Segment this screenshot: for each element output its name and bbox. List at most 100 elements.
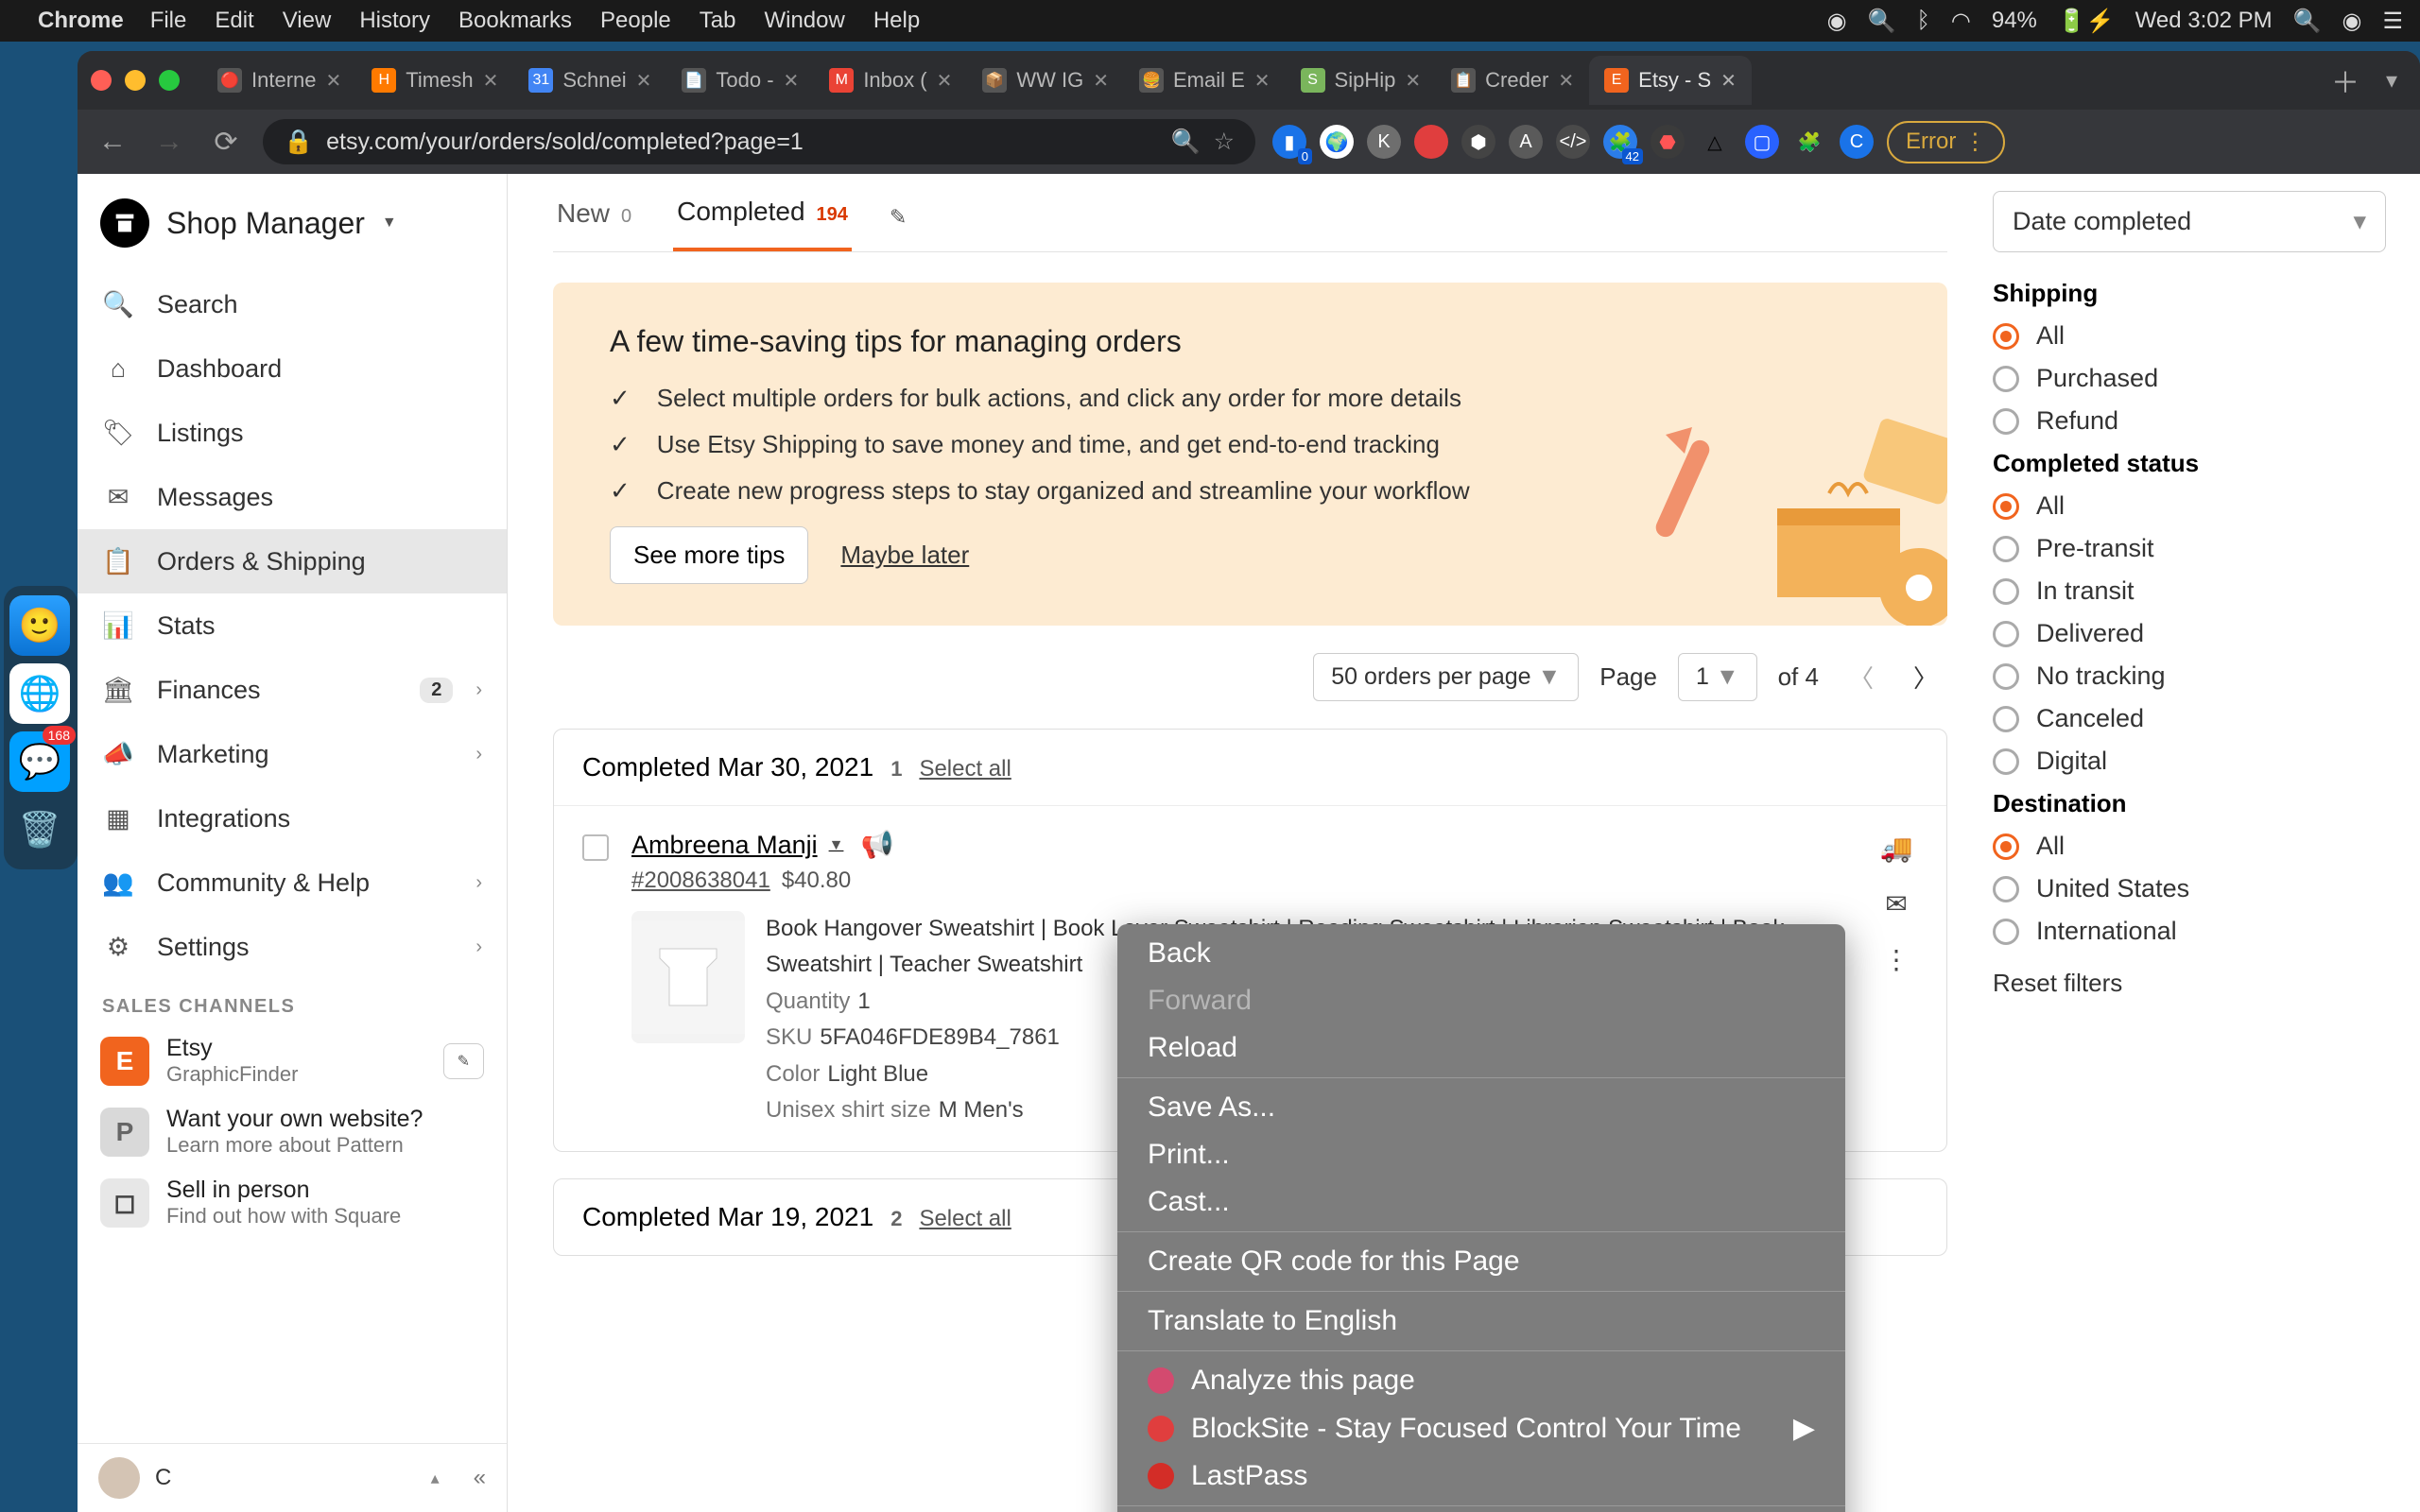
tab-overflow-button[interactable]: ▾ xyxy=(2377,67,2407,94)
sidebar-header[interactable]: Shop Manager ▼ xyxy=(78,174,507,272)
truck-icon[interactable]: 🚚 xyxy=(1880,833,1913,864)
tab-close-icon[interactable]: ✕ xyxy=(1093,69,1109,93)
extension-8[interactable]: 🧩42 xyxy=(1603,125,1637,159)
extension-7[interactable]: </> xyxy=(1556,125,1590,159)
channel-etsy[interactable]: E EtsyGraphicFinder ✎ xyxy=(78,1025,507,1096)
window-controls[interactable] xyxy=(91,70,180,91)
edit-channel-button[interactable]: ✎ xyxy=(443,1043,484,1079)
menu-bookmarks[interactable]: Bookmarks xyxy=(458,8,572,34)
select-all-link[interactable]: Select all xyxy=(919,1206,1011,1232)
radio-all[interactable]: All xyxy=(1993,832,2386,861)
ctx-reload[interactable]: Reload xyxy=(1117,1024,1845,1072)
tab-close-icon[interactable]: ✕ xyxy=(1254,69,1270,93)
ctx-print-[interactable]: Print... xyxy=(1117,1131,1845,1178)
menu-help[interactable]: Help xyxy=(873,8,920,34)
ctx-save-as-[interactable]: Save As... xyxy=(1117,1084,1845,1131)
menu-people[interactable]: People xyxy=(600,8,671,34)
per-page-select[interactable]: 50 orders per page ▼ xyxy=(1313,653,1579,701)
radio-in-transit[interactable]: In transit xyxy=(1993,576,2386,606)
tab-completed[interactable]: Completed194 xyxy=(673,183,852,251)
address-bar[interactable]: 🔒 etsy.com/your/orders/sold/completed?pa… xyxy=(263,119,1255,164)
sort-select[interactable]: Date completed▾ xyxy=(1993,191,2386,252)
browser-tab[interactable]: MInbox (✕ xyxy=(814,56,967,105)
radio-all[interactable]: All xyxy=(1993,321,2386,351)
tab-close-icon[interactable]: ✕ xyxy=(326,69,342,93)
ctx-back[interactable]: Back xyxy=(1117,930,1845,977)
collapse-sidebar-icon[interactable]: « xyxy=(474,1465,486,1491)
order-id-link[interactable]: #2008638041 xyxy=(631,868,770,893)
sidebar-item-finances[interactable]: 🏛Finances2› xyxy=(78,658,507,722)
tab-close-icon[interactable]: ✕ xyxy=(1720,69,1737,93)
tab-close-icon[interactable]: ✕ xyxy=(1558,69,1574,93)
radio-delivered[interactable]: Delivered xyxy=(1993,619,2386,648)
new-tab-button[interactable]: ＋ xyxy=(2314,60,2377,101)
sidebar-item-stats[interactable]: 📊Stats xyxy=(78,593,507,658)
sidebar-item-search[interactable]: 🔍Search xyxy=(78,272,507,336)
spotlight-icon[interactable]: 🔍 xyxy=(1868,8,1896,35)
edit-tabs-icon[interactable]: ✎ xyxy=(890,205,907,230)
page-next-button[interactable]: 〉 xyxy=(1904,652,1947,702)
radio-united-states[interactable]: United States xyxy=(1993,874,2386,903)
sidebar-item-community-help[interactable]: 👥Community & Help› xyxy=(78,850,507,915)
extension-9[interactable]: ⬣ xyxy=(1651,125,1685,159)
extension-3[interactable]: K xyxy=(1367,125,1401,159)
radio-pre-transit[interactable]: Pre-transit xyxy=(1993,534,2386,563)
search-icon[interactable]: 🔍 xyxy=(2293,8,2322,35)
search-in-page-icon[interactable]: 🔍 xyxy=(1170,129,1200,156)
page-select[interactable]: 1 ▼ xyxy=(1678,653,1757,701)
tab-close-icon[interactable]: ✕ xyxy=(784,69,800,93)
extension-10[interactable]: ▢ xyxy=(1745,125,1779,159)
sidebar-item-messages[interactable]: ✉Messages xyxy=(78,465,507,529)
browser-tab[interactable]: HTimesh✕ xyxy=(356,56,513,105)
error-button[interactable]: Error⋮ xyxy=(1887,121,2005,163)
extension-5[interactable]: ⬢ xyxy=(1461,125,1495,159)
select-all-link[interactable]: Select all xyxy=(919,756,1011,782)
forward-button[interactable]: → xyxy=(149,126,189,158)
browser-tab[interactable]: 🍔Email E✕ xyxy=(1124,56,1286,105)
channel-square[interactable]: ◻ Sell in personFind out how with Square xyxy=(78,1167,507,1238)
radio-all[interactable]: All xyxy=(1993,491,2386,521)
extension-2[interactable]: 🌍 xyxy=(1320,125,1354,159)
screen-record-icon[interactable]: ◉ xyxy=(1827,8,1847,35)
browser-tab[interactable]: 📄Todo -✕ xyxy=(666,56,814,105)
browser-tab[interactable]: 🔴Interne✕ xyxy=(202,56,356,105)
extension-6[interactable]: A xyxy=(1509,125,1543,159)
dock-chrome[interactable]: 🌐 xyxy=(9,663,70,724)
browser-tab[interactable]: 31Schnei✕ xyxy=(513,56,666,105)
dock-trash[interactable]: 🗑️ xyxy=(9,799,70,860)
dock-finder[interactable]: 🙂 xyxy=(9,595,70,656)
browser-tab[interactable]: EEtsy - S✕ xyxy=(1589,56,1752,105)
sidebar-item-marketing[interactable]: 📣Marketing› xyxy=(78,722,507,786)
tab-close-icon[interactable]: ✕ xyxy=(636,69,652,93)
browser-tab[interactable]: SSipHip✕ xyxy=(1286,56,1437,105)
ctx-lastpass[interactable]: LastPass xyxy=(1117,1452,1845,1500)
sidebar-item-integrations[interactable]: ▦Integrations xyxy=(78,786,507,850)
radio-canceled[interactable]: Canceled xyxy=(1993,704,2386,733)
menu-list-icon[interactable]: ☰ xyxy=(2382,8,2403,35)
extension-4[interactable] xyxy=(1414,125,1448,159)
radio-digital[interactable]: Digital xyxy=(1993,747,2386,776)
reset-filters-link[interactable]: Reset filters xyxy=(1993,969,2386,998)
bluetooth-icon[interactable]: ᛒ xyxy=(1917,8,1930,34)
buyer-name-link[interactable]: Ambreena Manji▼ xyxy=(631,831,843,860)
mail-icon[interactable]: ✉ xyxy=(1885,888,1907,919)
order-checkbox[interactable] xyxy=(582,834,609,861)
tab-new[interactable]: New0 xyxy=(553,185,635,249)
extension-1[interactable]: ▮0 xyxy=(1272,125,1306,159)
ctx-create-qr-code-for-this-page[interactable]: Create QR code for this Page xyxy=(1117,1238,1845,1285)
extension-drive[interactable]: △ xyxy=(1698,125,1732,159)
radio-no-tracking[interactable]: No tracking xyxy=(1993,662,2386,691)
tab-close-icon[interactable]: ✕ xyxy=(937,69,953,93)
reload-button[interactable]: ⟳ xyxy=(206,126,246,159)
channel-website[interactable]: P Want your own website?Learn more about… xyxy=(78,1096,507,1167)
browser-tab[interactable]: 📋Creder✕ xyxy=(1436,56,1589,105)
siri-icon[interactable]: ◉ xyxy=(2342,8,2362,35)
ctx-analyze-this-page[interactable]: Analyze this page xyxy=(1117,1357,1845,1404)
radio-refund[interactable]: Refund xyxy=(1993,406,2386,436)
wifi-icon[interactable]: ◠ xyxy=(1951,8,1971,35)
page-prev-button[interactable]: 〈 xyxy=(1840,652,1883,702)
sidebar-user-row[interactable]: C ▴ « xyxy=(78,1443,507,1512)
menu-view[interactable]: View xyxy=(283,8,332,34)
radio-international[interactable]: International xyxy=(1993,917,2386,946)
browser-tab[interactable]: 📦WW IG✕ xyxy=(967,56,1124,105)
